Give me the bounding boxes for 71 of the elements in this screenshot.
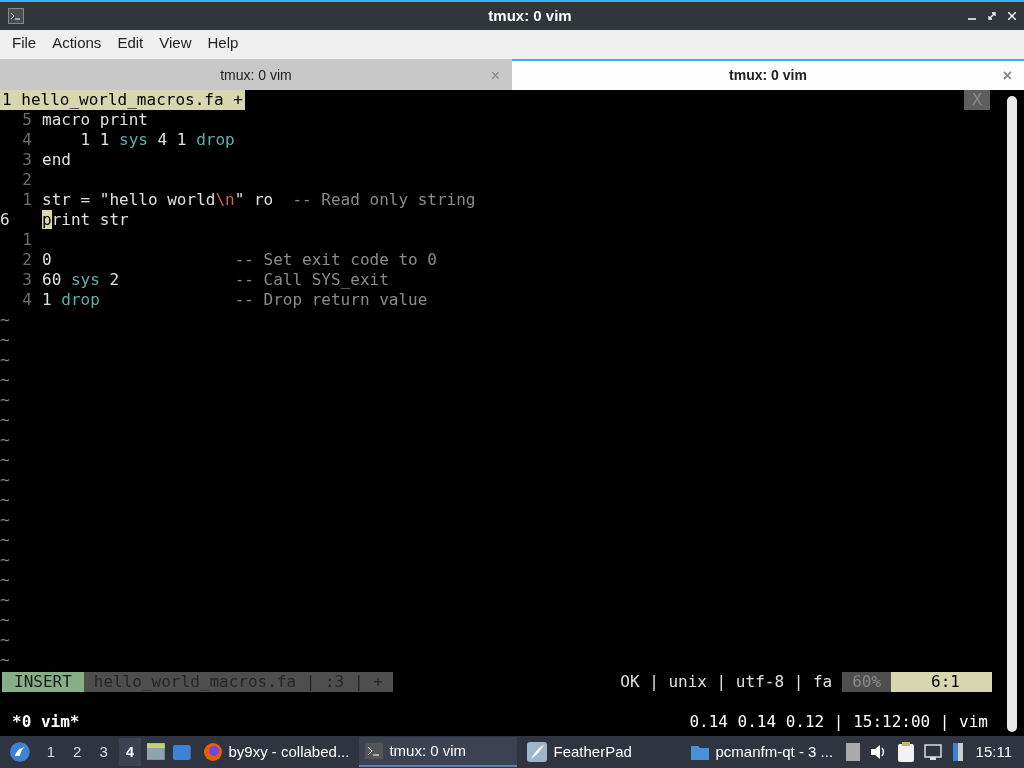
tilde-marker: ~ — [0, 450, 10, 469]
code-line: 0 -- Set exit code to 0 — [42, 250, 437, 270]
code-line: print str — [42, 210, 129, 230]
tilde-marker: ~ — [0, 470, 10, 489]
workspace-button[interactable]: 4 — [118, 737, 142, 767]
tilde-marker: ~ — [0, 310, 10, 329]
tilde-marker: ~ — [0, 550, 10, 569]
code-line: str = "hello world\n" ro -- Read only string — [42, 190, 476, 210]
tilde-marker: ~ — [0, 390, 10, 409]
menu-item[interactable]: Actions — [44, 31, 110, 55]
tilde-marker: ~ — [0, 350, 10, 369]
start-menu-icon[interactable] — [8, 740, 32, 764]
feather-icon — [527, 742, 548, 762]
taskbar-button[interactable]: FeatherPad — [521, 737, 680, 767]
terminal-tab[interactable]: tmux: 0 vim × — [0, 59, 512, 90]
line-number: 6 — [0, 210, 11, 230]
clipboard-icon[interactable] — [897, 742, 914, 762]
workspace-button[interactable]: 2 — [66, 737, 89, 767]
tilde-marker: ~ — [0, 490, 10, 509]
line-number: 5 — [21, 110, 32, 130]
taskbar-button[interactable]: tmux: 0 vim — [359, 737, 518, 767]
menu-item[interactable]: View — [151, 31, 200, 55]
close-icon[interactable] — [1008, 12, 1016, 20]
code-line: 1 drop -- Drop return value — [42, 290, 428, 310]
line-number: 3 — [21, 150, 32, 170]
tilde-marker: ~ — [0, 570, 10, 589]
tilde-marker: ~ — [0, 590, 10, 609]
workspace-button[interactable]: 1 — [39, 737, 63, 767]
folder-icon — [689, 743, 710, 761]
scrollbar-thumb[interactable] — [1007, 96, 1017, 732]
menu-item[interactable]: Help — [199, 31, 247, 55]
workspace-button[interactable]: 3 — [92, 737, 115, 767]
tilde-marker: ~ — [0, 630, 10, 649]
menu-item[interactable]: File — [4, 31, 45, 55]
tilde-marker: ~ — [0, 650, 10, 669]
taskbar-button[interactable]: by9xy - collabed... — [196, 737, 356, 767]
line-number: 2 — [21, 170, 32, 190]
window-title: tmux: 0 vim — [487, 5, 573, 26]
tilde-marker: ~ — [0, 430, 10, 449]
terminal-icon — [365, 743, 384, 759]
code-line: 1 1 sys 4 1 drop — [79, 130, 235, 150]
code-line: macro print — [42, 110, 148, 130]
tmux-window-list: *0 vim* — [0, 712, 80, 732]
buffer-tab[interactable]: 1 hello_world_macros.fa + — [0, 90, 245, 110]
tilde-marker: ~ — [0, 410, 10, 429]
line-number: 4 — [21, 290, 32, 310]
mode-indicator: INSERT — [2, 672, 84, 692]
document-icon[interactable] — [845, 743, 860, 761]
line-number: 1 — [21, 230, 32, 250]
tilde-marker: ~ — [0, 610, 10, 629]
line-number: 3 — [21, 270, 32, 290]
tilde-marker: ~ — [0, 330, 10, 349]
tilde-marker: ~ — [0, 530, 10, 549]
clock: 15:11 — [974, 741, 1014, 762]
menu-item[interactable]: Edit — [109, 31, 152, 55]
terminal-icon[interactable] — [8, 8, 24, 24]
taskbar-button[interactable]: pcmanfm-qt - 3 ... — [683, 737, 842, 767]
scroll-percent: 60% — [842, 672, 892, 692]
tmux-status: 0.14 0.14 0.12 | 15:12:00 | vim — [689, 712, 988, 732]
terminal-tab[interactable]: tmux: 0 vim × — [512, 59, 1024, 90]
line-number: 2 — [21, 250, 32, 270]
tilde-marker: ~ — [0, 370, 10, 389]
code-line: 60 sys 2 -- Call SYS_exit — [42, 270, 389, 290]
file-manager-icon[interactable] — [145, 741, 167, 763]
cursor-position: 6:1 — [891, 672, 992, 692]
line-number: 4 — [21, 130, 32, 150]
line-number: 1 — [21, 190, 32, 210]
tilde-marker: ~ — [0, 510, 10, 529]
file-info: OK | unix | utf-8 | fa — [619, 672, 834, 692]
code-line: end — [42, 150, 71, 170]
maximize-icon[interactable] — [988, 12, 996, 20]
